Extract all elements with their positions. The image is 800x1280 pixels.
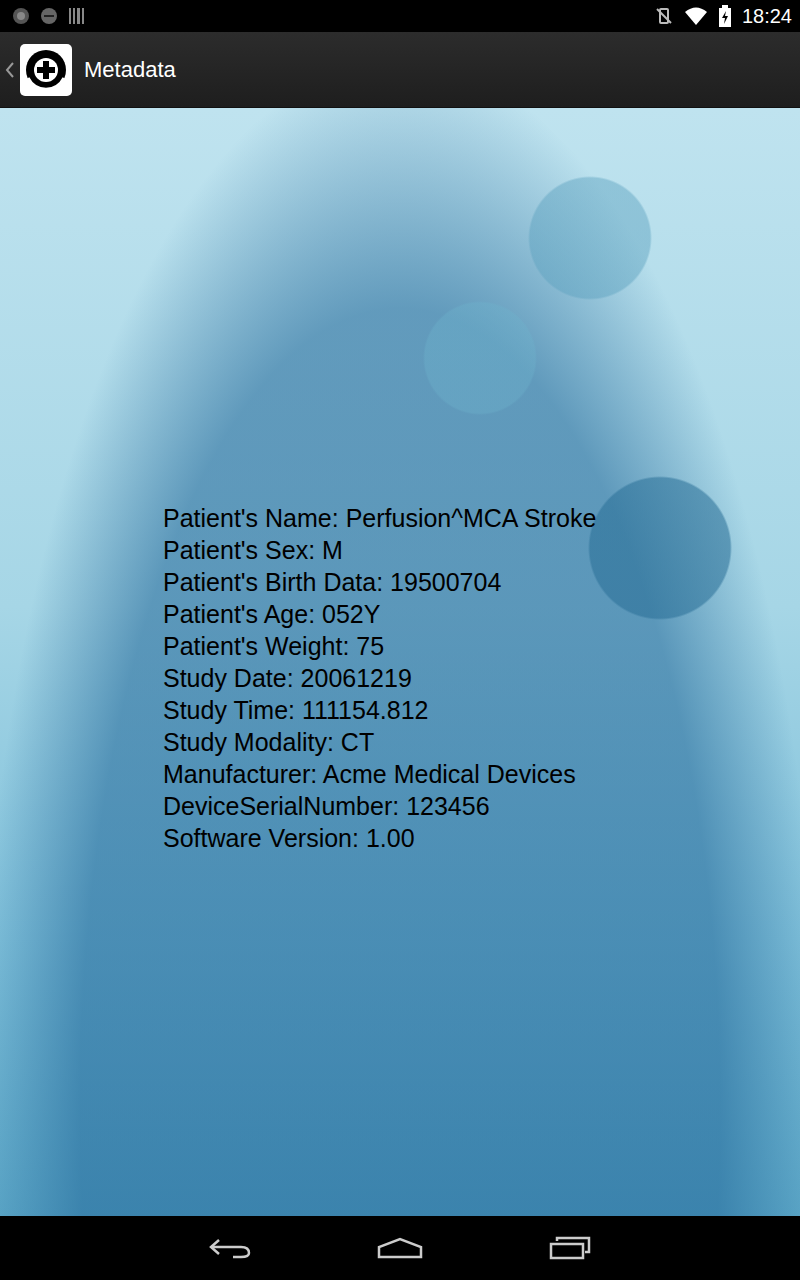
metadata-line: Patient's Sex: M xyxy=(163,534,800,566)
screen: 18:24 Metadata Patient's Name: Perfusion^M… xyxy=(0,0,800,1280)
recents-button[interactable] xyxy=(540,1228,600,1268)
system-icons: 18:24 xyxy=(654,4,792,28)
wifi-icon xyxy=(684,6,708,26)
metadata-panel: Patient's Name: Perfusion^MCA StrokePati… xyxy=(0,108,800,1216)
chevron-left-icon xyxy=(4,60,16,80)
metadata-line: Study Modality: CT xyxy=(163,726,800,758)
home-button[interactable] xyxy=(370,1228,430,1268)
recent-apps-icon xyxy=(547,1236,593,1260)
notification-icons xyxy=(12,7,86,25)
action-bar: Metadata xyxy=(0,32,800,108)
metadata-line: Patient's Birth Data: 19500704 xyxy=(163,566,800,598)
vibrate-icon xyxy=(654,6,674,26)
android-icon xyxy=(12,7,30,25)
metadata-line: Software Version: 1.00 xyxy=(163,822,800,854)
navigation-bar xyxy=(0,1216,800,1280)
battery-icon xyxy=(718,5,732,27)
dell-icon xyxy=(40,7,58,25)
metadata-line: Manufacturer: Acme Medical Devices xyxy=(163,758,800,790)
metadata-line: Patient's Age: 052Y xyxy=(163,598,800,630)
home-icon xyxy=(376,1236,424,1260)
metadata-line: Patient's Weight: 75 xyxy=(163,630,800,662)
barcode-icon xyxy=(68,7,86,25)
up-button[interactable] xyxy=(4,44,72,96)
screen-title: Metadata xyxy=(84,57,176,83)
metadata-line: Study Time: 111154.812 xyxy=(163,694,800,726)
back-button[interactable] xyxy=(200,1228,260,1268)
app-logo-icon xyxy=(20,44,72,96)
clock: 18:24 xyxy=(742,4,792,28)
back-arrow-icon xyxy=(207,1236,253,1260)
metadata-line: Patient's Name: Perfusion^MCA Stroke xyxy=(163,502,800,534)
metadata-line: Study Date: 20061219 xyxy=(163,662,800,694)
metadata-line: DeviceSerialNumber: 123456 xyxy=(163,790,800,822)
status-bar: 18:24 xyxy=(0,0,800,32)
